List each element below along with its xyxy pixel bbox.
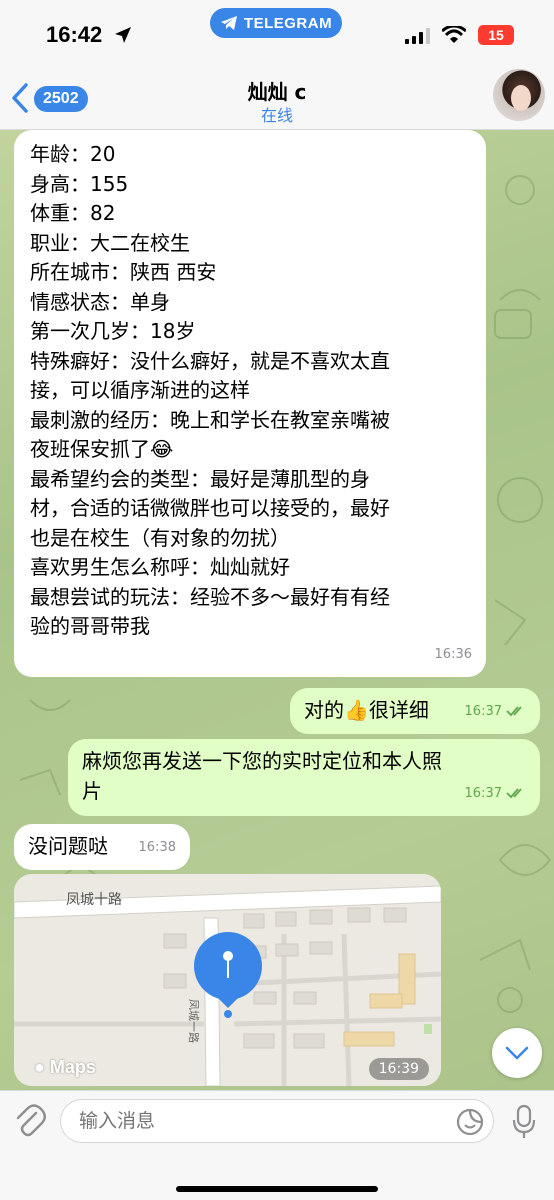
home-indicator[interactable] — [176, 1186, 378, 1192]
message-line: 夜班保安抓了😂 — [30, 437, 174, 461]
double-check-icon — [506, 788, 522, 799]
incoming-message-profile[interactable]: 年龄：20 身高：155 体重：82 职业：大二在校生 所在城市：陕西 西安 情… — [14, 130, 486, 677]
message-line: 喜欢男生怎么称呼：灿灿就好 — [30, 555, 290, 579]
map-side-street-label: 凤城一路 — [187, 999, 200, 1043]
message-time: 16:38 — [139, 833, 176, 863]
message-line: 特殊癖好：没什么癖好，就是不喜欢太直 — [30, 348, 390, 373]
location-map-message[interactable]: 凤城十路 凤城一路 ● Maps 16:39 — [14, 874, 441, 1086]
location-arrow-icon — [115, 27, 131, 43]
message-input[interactable] — [60, 1099, 494, 1143]
message-line: 最希望约会的类型：最好是薄肌型的身 — [30, 466, 370, 491]
message-line: 也是在校生（有对象的勿扰） — [30, 525, 290, 550]
battery-indicator: 15 — [478, 25, 514, 45]
status-time: 16:42 — [46, 22, 103, 47]
message-line: 验的哥哥带我 — [30, 614, 150, 638]
telegram-plane-icon — [220, 16, 237, 30]
message-line: 最想尝试的玩法：经验不多～最好有有经 — [30, 584, 390, 609]
double-check-icon — [506, 706, 522, 717]
message-time-text: 16:36 — [434, 646, 472, 662]
message-line: 身高：155 — [30, 171, 129, 196]
chevron-down-icon — [505, 1046, 529, 1060]
chat-status: 在线 — [260, 106, 293, 125]
message-line: 职业：大二在校生 — [30, 230, 190, 255]
message-time: 16:36 — [435, 640, 472, 670]
telegram-app-pill[interactable]: TELEGRAM — [210, 8, 342, 38]
avatar-face — [511, 85, 531, 111]
apple-maps-logo: ● Maps — [34, 1057, 96, 1078]
chat-header: 2502 灿灿 c 在线 — [0, 60, 554, 130]
sticker-icon[interactable] — [456, 1108, 484, 1136]
avatar[interactable] — [493, 69, 545, 121]
message-line: 第一次几岁：18岁 — [30, 319, 196, 343]
incoming-message[interactable]: 没问题哒 16:38 — [14, 824, 190, 870]
scroll-down-button[interactable] — [492, 1028, 542, 1078]
message-line: 体重：82 — [30, 201, 116, 225]
message-time: 16:39 — [368, 1058, 429, 1080]
map-view: 凤城十路 凤城一路 — [14, 874, 441, 1086]
apple-logo-icon: ● — [34, 1057, 45, 1077]
message-line: 麻烦您再发送一下您的实时定位和本人照 — [82, 749, 442, 773]
app-pill-label: TELEGRAM — [243, 14, 333, 32]
message-time-text: 16:37 — [464, 703, 502, 719]
message-composer — [0, 1090, 554, 1200]
wifi-icon — [442, 26, 466, 43]
message-line: 片 — [82, 778, 102, 803]
message-text: 对的👍很详细 — [304, 698, 429, 722]
message-time: 16:37 — [465, 697, 526, 727]
maps-provider-label: Maps — [49, 1057, 96, 1077]
message-line: 所在城市：陕西 西安 — [30, 260, 217, 284]
message-time-text: 16:37 — [464, 785, 502, 801]
outgoing-message[interactable]: 麻烦您再发送一下您的实时定位和本人照 片 16:37 — [68, 739, 540, 816]
cellular-signal-icon — [405, 28, 430, 44]
message-line: 最刺激的经历：晚上和学长在教室亲嘴被 — [30, 407, 390, 432]
message-line: 材，合适的话微微胖也可以接受的，最好 — [30, 496, 390, 520]
message-time: 16:37 — [465, 779, 526, 809]
message-text: 没问题哒 — [28, 834, 108, 858]
message-line: 年龄：20 — [30, 142, 116, 166]
chat-title[interactable]: 灿灿 c — [0, 76, 554, 105]
microphone-icon[interactable] — [512, 1104, 536, 1140]
battery-level: 15 — [488, 27, 504, 43]
paperclip-icon[interactable] — [14, 1103, 46, 1139]
message-line: 情感状态：单身 — [30, 289, 170, 314]
status-bar: 16:42 TELEGRAM 15 — [0, 0, 554, 60]
message-time-text: 16:38 — [138, 839, 176, 855]
outgoing-message[interactable]: 对的👍很详细 16:37 — [290, 688, 540, 734]
message-line: 接，可以循序渐进的这样 — [30, 378, 250, 402]
map-street-label: 凤城十路 — [66, 892, 122, 908]
